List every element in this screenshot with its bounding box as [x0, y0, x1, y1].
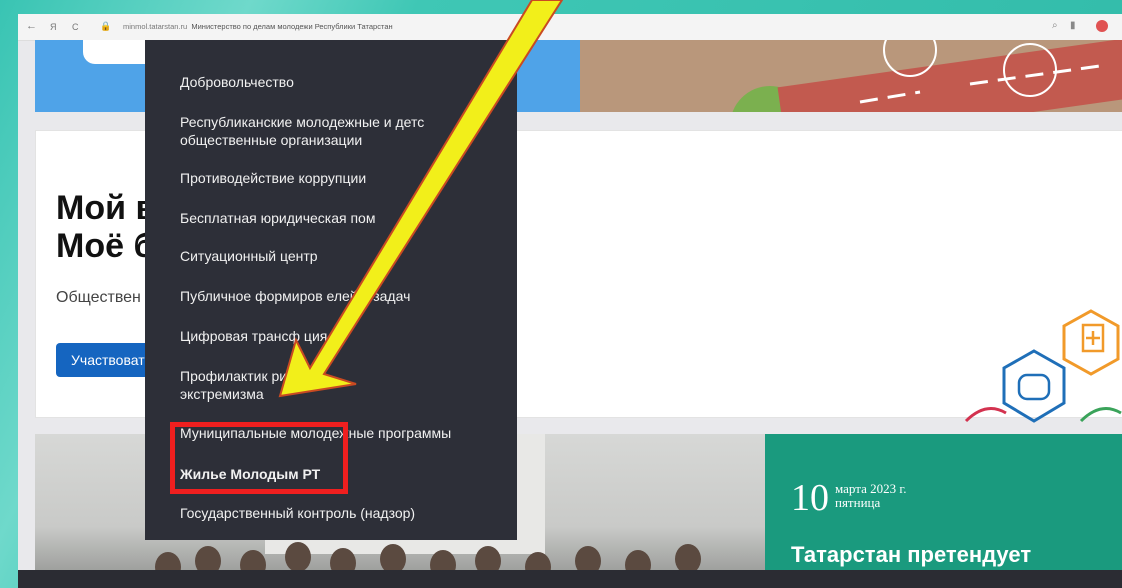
bookmark-icon[interactable]: ▮: [1070, 20, 1076, 31]
menu-item-youth-orgs-line2[interactable]: общественные организации: [180, 132, 362, 149]
menu-item-anticorruption[interactable]: Противодействие коррупции: [180, 170, 366, 187]
news-headline[interactable]: Татарстан претендует: [791, 542, 1031, 568]
news-month: марта 2023 г.: [835, 481, 907, 496]
menu-item-volunteering[interactable]: Добровольчество: [180, 74, 294, 91]
menu-item-digital[interactable]: Цифровая трансф ция: [180, 328, 327, 345]
menu-item-situation-center[interactable]: Ситуационный центр: [180, 248, 318, 265]
news-day: 10: [791, 477, 829, 519]
hexagon-icons: [964, 309, 1122, 423]
yandex-icon[interactable]: Я: [50, 22, 57, 32]
url-domain: minmol.tatarstan.ru: [123, 22, 188, 31]
top-banner-illustration: [580, 40, 1122, 112]
menu-item-prevention-line2[interactable]: экстремизма: [180, 386, 264, 403]
menu-item-legal-aid[interactable]: Бесплатная юридическая пом: [180, 210, 375, 227]
menu-item-youth-orgs[interactable]: Республиканские молодежные и детс: [180, 114, 424, 131]
menu-item-state-control[interactable]: Государственный контроль (надзор): [180, 505, 415, 522]
search-icon[interactable]: ⌕: [1052, 20, 1058, 31]
address-bar[interactable]: minmol.tatarstan.ru Министерство по дела…: [123, 22, 393, 31]
lock-icon: 🔒: [100, 21, 112, 31]
browser-toolbar: ← Я C 🔒 minmol.tatarstan.ru Министерство…: [18, 14, 1122, 41]
news-card[interactable]: 10 марта 2023 г. пятница Татарстан прете…: [765, 434, 1122, 588]
news-weekday: пятница: [835, 495, 881, 510]
menu-item-prevention[interactable]: Профилактик ризма и: [180, 368, 323, 385]
highlight-box: [170, 422, 348, 494]
url-page-title: Министерство по делам молодежи Республик…: [191, 22, 393, 31]
browser-window: ← Я C 🔒 minmol.tatarstan.ru Министерство…: [18, 14, 1122, 588]
news-date: марта 2023 г. пятница: [835, 482, 906, 510]
back-icon[interactable]: ←: [26, 20, 37, 32]
profile-avatar[interactable]: [1096, 20, 1108, 32]
bottom-bar: [18, 570, 1122, 588]
menu-item-public-goals[interactable]: Публичное формиров елей и задач: [180, 288, 410, 305]
reload-icon[interactable]: C: [72, 22, 79, 32]
